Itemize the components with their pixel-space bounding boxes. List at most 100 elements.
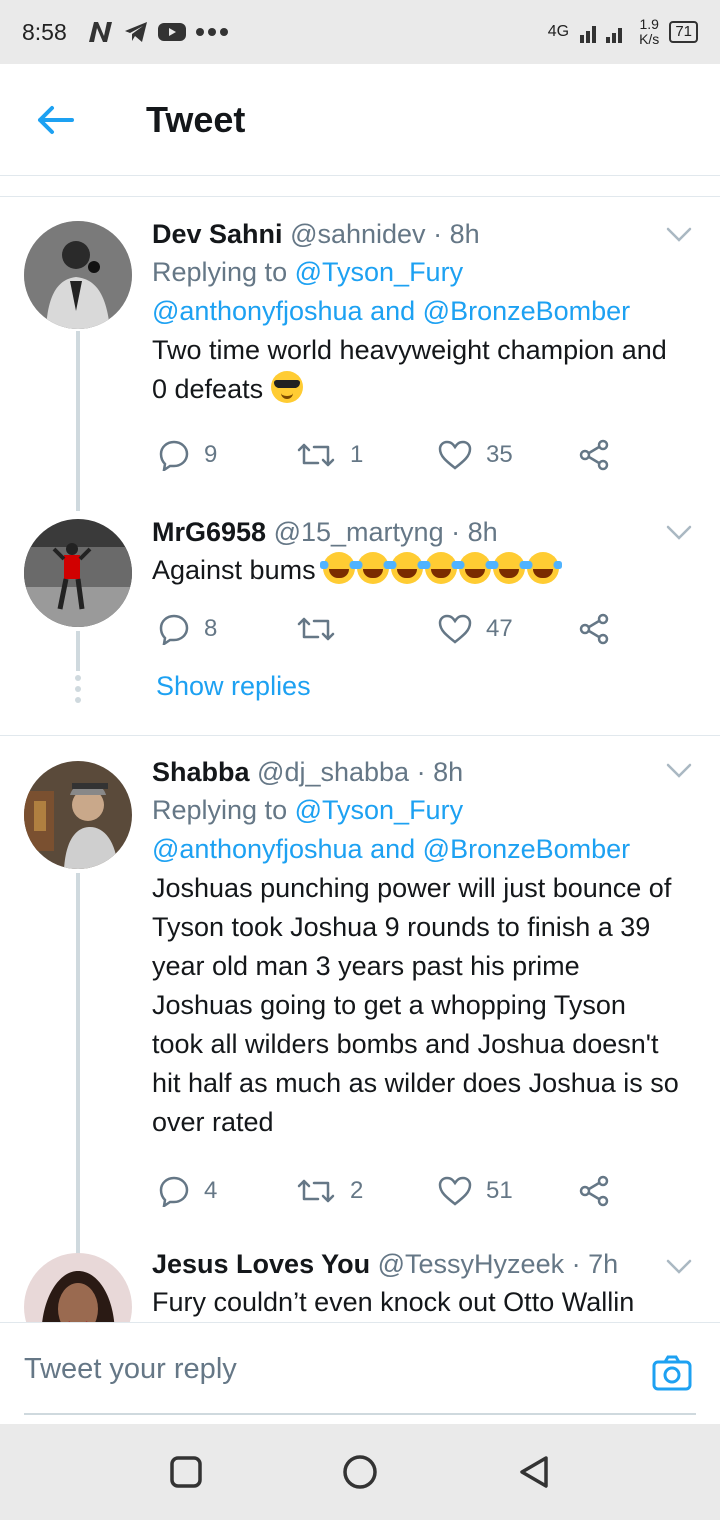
back-button-icon[interactable]: [516, 1454, 552, 1490]
heart-icon: [438, 614, 472, 644]
like-count: 47: [486, 615, 513, 642]
mention-and[interactable]: and: [370, 296, 415, 326]
share-icon: [579, 1175, 609, 1207]
signal-icon: [580, 26, 623, 43]
reply-count: 4: [204, 1177, 218, 1204]
tweet-header: Shabba @dj_shabba · 8h: [152, 753, 690, 791]
avatar[interactable]: [24, 761, 132, 869]
thread-line: [76, 631, 80, 671]
app-header: Tweet: [0, 64, 720, 176]
tweet-time: · 8h: [416, 757, 464, 787]
notification-icons: [85, 20, 229, 44]
tweet-reply-input[interactable]: Tweet your reply: [24, 1353, 237, 1386]
tweet-time: · 8h: [451, 517, 498, 547]
chevron-down-icon[interactable]: [666, 227, 692, 243]
laughing-emoji-icon: [354, 552, 393, 584]
tweet-body: MrG6958 @15_martyng · 8h Against bums: [152, 513, 690, 590]
laughing-emoji-icon: [388, 552, 427, 584]
recents-button-icon[interactable]: [168, 1454, 204, 1490]
divider: [0, 735, 720, 736]
mention-and[interactable]: and: [370, 834, 415, 864]
laughing-emoji-icon: [490, 552, 529, 584]
retweet-icon: [297, 443, 335, 467]
like-button[interactable]: 47: [438, 614, 513, 644]
more-dots-icon: [195, 28, 228, 36]
tweet-text-content: Two time world heavyweight champion and …: [152, 335, 667, 404]
retweet-button[interactable]: [296, 615, 350, 643]
share-button[interactable]: [578, 613, 610, 645]
mention-link[interactable]: @anthonyfjoshua: [152, 296, 363, 326]
author-handle[interactable]: @TessyHyzeek: [378, 1249, 564, 1279]
mention-link[interactable]: @BronzeBomber: [423, 296, 631, 326]
author-name[interactable]: MrG6958: [152, 517, 266, 547]
home-button-icon[interactable]: [340, 1454, 380, 1494]
share-button[interactable]: [578, 1175, 610, 1207]
system-nav-bar: [0, 1424, 720, 1520]
author-handle[interactable]: @sahnidev: [290, 219, 426, 249]
mention-link[interactable]: @Tyson_Fury: [295, 257, 463, 287]
replying-label: Replying to: [152, 795, 288, 825]
retweet-icon: [297, 1179, 335, 1203]
reply-count: 9: [204, 441, 218, 468]
tweet-time: · 7h: [571, 1249, 619, 1279]
retweet-button[interactable]: 2: [296, 1177, 363, 1205]
author-handle[interactable]: @15_martyng: [274, 517, 444, 547]
reply-button[interactable]: 9: [158, 439, 217, 471]
reply-icon: [159, 614, 189, 645]
share-icon: [579, 613, 609, 645]
retweet-button[interactable]: 1: [296, 441, 363, 469]
status-right: 4G 1.9 K/s 71: [548, 17, 698, 47]
author-name[interactable]: Shabba: [152, 757, 250, 787]
reply-count: 8: [204, 615, 218, 642]
tweet-text: Joshuas punching power will just bounce …: [152, 873, 679, 1137]
tweet-body: Shabba @dj_shabba · 8h Replying to @Tyso…: [152, 753, 690, 1142]
thread-line: [76, 331, 80, 511]
show-replies-link[interactable]: Show replies: [156, 671, 311, 702]
speed-unit: K/s: [639, 31, 660, 47]
retweet-icon: [297, 617, 335, 641]
mention-link[interactable]: @anthonyfjoshua: [152, 834, 363, 864]
tweet-header: Dev Sahni @sahnidev · 8h: [152, 215, 690, 253]
input-underline: [24, 1413, 696, 1415]
tweet-body: Dev Sahni @sahnidev · 8h Replying to @Ty…: [152, 215, 690, 409]
avatar[interactable]: [24, 519, 132, 627]
sunglasses-emoji-icon: [270, 371, 303, 403]
status-bar: 8:58 4G 1.9 K/s 71: [0, 0, 720, 64]
network-type: 4G: [547, 23, 570, 40]
retweet-count: 2: [350, 1177, 364, 1204]
chevron-down-icon[interactable]: [666, 1259, 692, 1275]
laughing-emoji-icon: [320, 552, 359, 584]
camera-icon[interactable]: [652, 1355, 692, 1391]
author-name[interactable]: Jesus Loves You: [152, 1249, 370, 1279]
like-count: 35: [486, 441, 513, 468]
author-handle[interactable]: @dj_shabba: [257, 757, 409, 787]
chevron-down-icon[interactable]: [666, 763, 692, 779]
share-icon: [579, 439, 609, 471]
back-button[interactable]: [0, 105, 110, 135]
reply-feed[interactable]: Dev Sahni @sahnidev · 8h Replying to @Ty…: [0, 197, 720, 1322]
retweet-count: 1: [350, 441, 364, 468]
chevron-down-icon[interactable]: [666, 525, 692, 541]
reply-button[interactable]: 8: [158, 613, 217, 645]
battery-indicator: 71: [669, 21, 698, 43]
tweet-body: Jesus Loves You @TessyHyzeek · 7h Fury c…: [152, 1245, 690, 1322]
laughing-emoji-icon: [456, 552, 495, 584]
reply-button[interactable]: 4: [158, 1175, 217, 1207]
like-count: 51: [486, 1177, 513, 1204]
thread-dots: [75, 675, 81, 708]
mention-link[interactable]: @Tyson_Fury: [295, 795, 463, 825]
mention-link[interactable]: @BronzeBomber: [423, 834, 631, 864]
back-arrow-icon: [38, 105, 74, 134]
author-name[interactable]: Dev Sahni: [152, 219, 283, 249]
replying-to: Replying to @Tyson_Fury @anthonyfjoshua …: [152, 253, 690, 331]
reply-icon: [159, 1176, 189, 1207]
n-notification-icon: [88, 22, 112, 42]
laughing-emoji-icon: [422, 552, 461, 584]
avatar[interactable]: [24, 1253, 132, 1322]
share-button[interactable]: [578, 439, 610, 471]
laughing-emoji-icon: [524, 552, 563, 584]
like-button[interactable]: 35: [438, 440, 513, 470]
like-button[interactable]: 51: [438, 1176, 513, 1206]
heart-icon: [438, 440, 472, 470]
avatar[interactable]: [24, 221, 132, 329]
